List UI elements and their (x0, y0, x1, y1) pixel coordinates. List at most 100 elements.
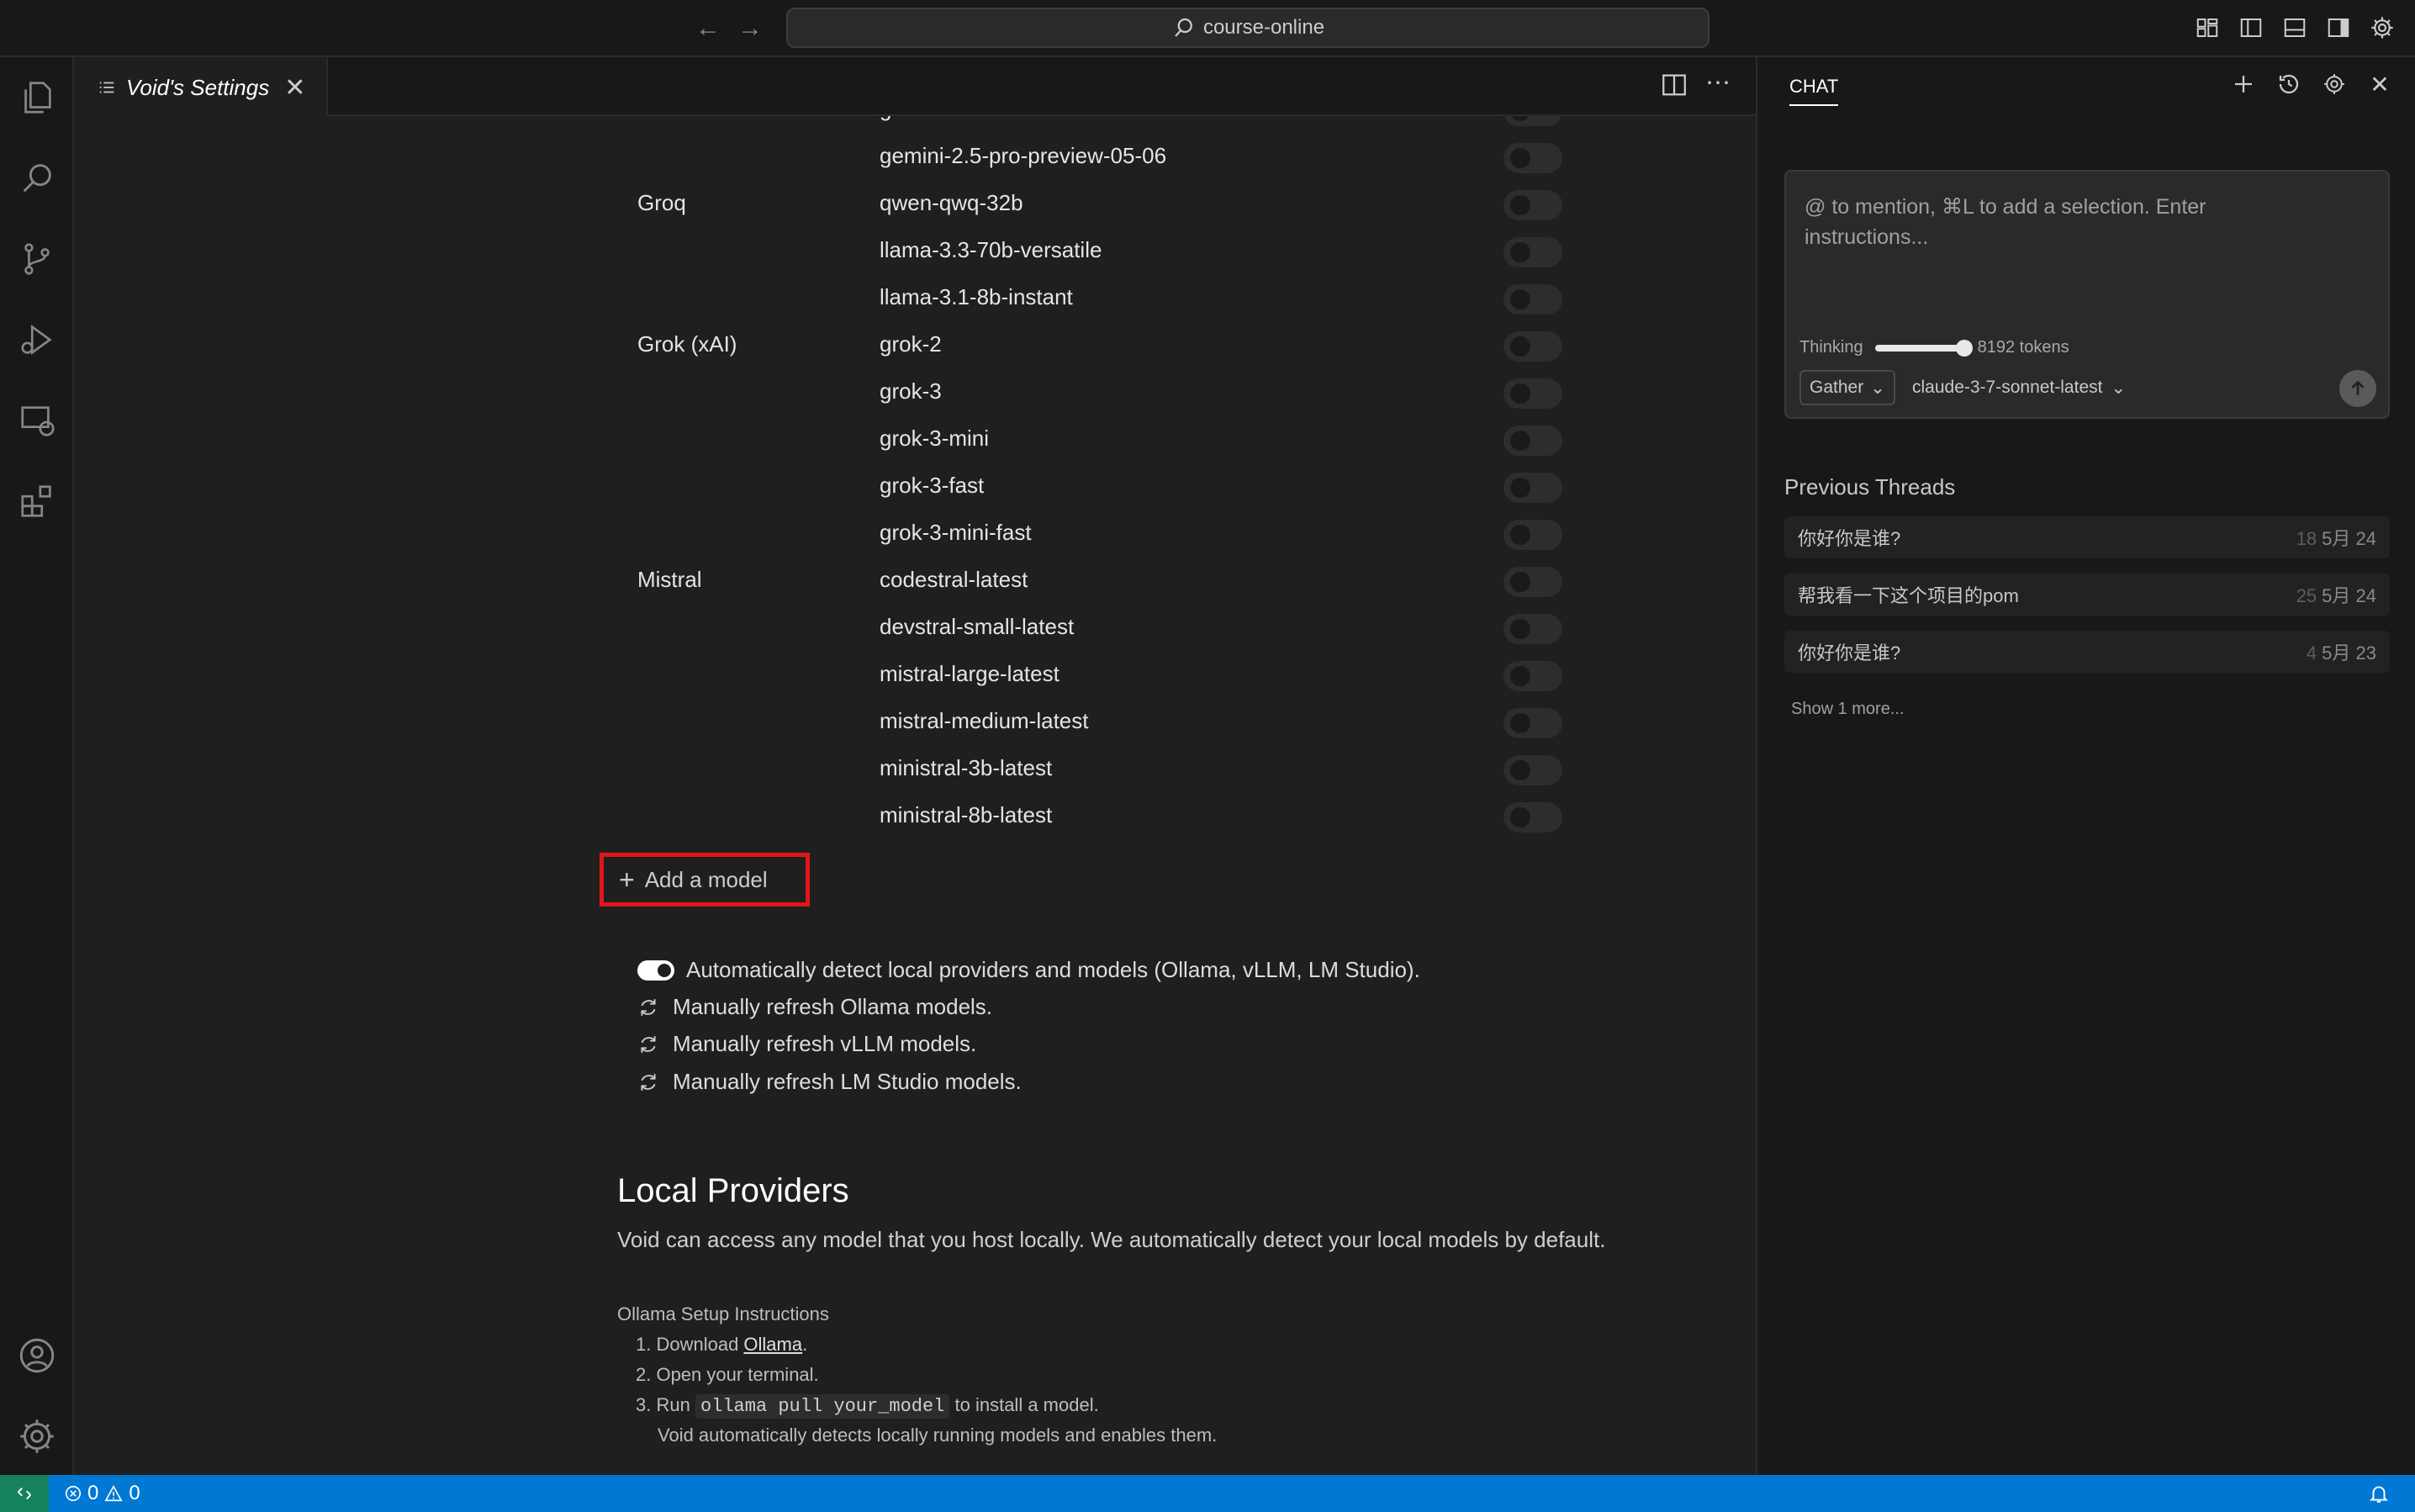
model-enable-toggle[interactable] (1503, 614, 1562, 644)
toggle-panel-icon[interactable] (2279, 12, 2311, 44)
command-center-text: course-online (1202, 16, 1325, 39)
toggle-secondary-sidebar-icon[interactable] (2323, 12, 2354, 44)
model-select[interactable]: claude-3-7-sonnet-latest ⌄ (1912, 370, 2126, 405)
model-name: ministral-8b-latest (880, 802, 1053, 827)
refresh-lmstudio-label: Manually refresh LM Studio models. (673, 1069, 1022, 1094)
model-enable-toggle[interactable] (1503, 284, 1562, 315)
model-enable-toggle[interactable] (1503, 237, 1562, 267)
model-enable-toggle[interactable] (1503, 378, 1562, 409)
model-name: devstral-small-latest (880, 614, 1075, 639)
model-enable-toggle[interactable] (1503, 116, 1562, 126)
model-enable-toggle[interactable] (1503, 331, 1562, 362)
setup-instructions-title: Ollama Setup Instructions (617, 1303, 829, 1324)
title-bar: ← → course-online (0, 0, 2415, 57)
thinking-slider-knob[interactable] (1955, 339, 1973, 357)
refresh-vllm-row[interactable]: Manually refresh vLLM models. (637, 1031, 976, 1057)
thinking-label: Thinking (1799, 338, 1863, 357)
model-name: qwen-qwq-32b (880, 190, 1023, 215)
model-name: grok-2 (880, 331, 942, 357)
accounts-icon[interactable] (13, 1332, 61, 1379)
model-name: codestral-latest (880, 567, 1028, 592)
thread-item[interactable]: 你好你是谁? 4 5月 23 (1784, 631, 2390, 673)
model-enable-toggle[interactable] (1503, 661, 1562, 691)
problems-indicator[interactable]: 0 0 (64, 1475, 140, 1512)
model-enable-toggle[interactable] (1503, 802, 1562, 833)
source-control-icon[interactable] (13, 235, 61, 283)
thread-title: 你好你是谁? (1798, 528, 1901, 549)
manage-gear-icon[interactable] (13, 1413, 61, 1460)
model-row: Groq qwen-qwq-32b (74, 180, 1756, 227)
model-enable-toggle[interactable] (1503, 755, 1562, 785)
close-icon[interactable]: ✕ (284, 73, 305, 103)
command-center-search[interactable]: course-online (786, 8, 1710, 48)
chevron-down-icon: ⌄ (2111, 378, 2127, 398)
ollama-link[interactable]: Ollama (743, 1334, 802, 1355)
chat-input-placeholder[interactable]: @ to mention, ⌘L to add a selection. Ent… (1805, 192, 2326, 252)
extensions-icon[interactable] (13, 478, 61, 525)
refresh-ollama-row[interactable]: Manually refresh Ollama models. (637, 994, 992, 1020)
thread-item[interactable]: 你好你是谁? 18 5月 24 (1784, 516, 2390, 558)
thread-item[interactable]: 帮我看一下这个项目的pom 25 5月 24 (1784, 574, 2390, 616)
model-enable-toggle[interactable] (1503, 567, 1562, 597)
search-icon[interactable] (13, 155, 61, 202)
remote-indicator[interactable] (0, 1475, 49, 1512)
model-row: grok-3-mini (74, 415, 1756, 463)
more-actions-icon[interactable]: ⋯ (1705, 71, 1731, 103)
model-name: grok-3-mini (880, 426, 990, 451)
local-providers-description: Void can access any model that you host … (617, 1227, 1606, 1252)
refresh-icon (641, 998, 656, 1016)
editor-tab-bar: Void's Settings ✕ ⋯ (74, 57, 1756, 116)
add-model-button[interactable]: + Add a model (600, 853, 810, 907)
chat-panel: CHAT ✕ @ to mention, ⌘L to add a selecti… (1756, 57, 2415, 1475)
tab-voids-settings[interactable]: Void's Settings ✕ (74, 57, 328, 116)
back-arrow-icon[interactable]: ← (691, 12, 725, 45)
model-enable-toggle[interactable] (1503, 190, 1562, 220)
mode-select[interactable]: Gather ⌄ (1799, 370, 1895, 405)
thread-count: 18 (2296, 528, 2317, 549)
model-row: grok-3-fast (74, 463, 1756, 510)
chat-input-box[interactable]: @ to mention, ⌘L to add a selection. Ent… (1784, 170, 2390, 419)
model-name: grok-3-fast (880, 473, 985, 498)
split-editor-icon[interactable] (1660, 71, 1688, 103)
remote-icon (18, 1487, 31, 1500)
customize-layout-icon[interactable] (2191, 12, 2223, 44)
run-debug-icon[interactable] (13, 316, 61, 363)
mode-value: Gather (1810, 378, 1864, 397)
tab-chat[interactable]: CHAT (1789, 76, 1839, 106)
history-icon[interactable] (2274, 69, 2304, 99)
warning-count: 0 (129, 1482, 140, 1504)
explorer-icon[interactable] (13, 74, 61, 121)
close-icon[interactable]: ✕ (2365, 69, 2395, 99)
new-chat-plus-icon[interactable] (2228, 69, 2259, 99)
model-enable-toggle[interactable] (1503, 708, 1562, 738)
refresh-vllm-label: Manually refresh vLLM models. (673, 1031, 977, 1056)
send-button[interactable] (2339, 370, 2376, 407)
show-more-link[interactable]: Show 1 more... (1791, 700, 1905, 719)
toggle-primary-sidebar-icon[interactable] (2235, 12, 2267, 44)
model-enable-toggle[interactable] (1503, 520, 1562, 550)
model-row: gemini-2.5-pro-preview-05-06 (74, 133, 1756, 180)
setup-step-3-prefix: 3. Run (636, 1394, 695, 1415)
thinking-row: Thinking 8192 tokens (1799, 338, 2069, 357)
thinking-slider[interactable] (1874, 339, 1973, 357)
previous-threads-heading: Previous Threads (1784, 474, 1956, 500)
thread-meta: 25 5月 24 (2296, 581, 2376, 608)
model-enable-toggle[interactable] (1503, 426, 1562, 456)
chat-settings-gear-icon[interactable] (2319, 69, 2349, 99)
settings-gear-icon[interactable] (2366, 12, 2398, 44)
model-enable-toggle[interactable] (1503, 143, 1562, 173)
refresh-lmstudio-row[interactable]: Manually refresh LM Studio models. (637, 1069, 1022, 1095)
tokens-label: 8192 tokens (1977, 338, 2069, 357)
model-name: mistral-medium-latest (880, 708, 1089, 733)
model-name: grok-3 (880, 378, 942, 404)
setup-note: Void automatically detects locally runni… (658, 1425, 1218, 1446)
forward-arrow-icon[interactable]: → (733, 12, 767, 45)
remote-explorer-icon[interactable] (13, 397, 61, 444)
auto-detect-toggle[interactable] (637, 960, 674, 981)
model-row: llama-3.1-8b-instant (74, 274, 1756, 321)
model-name: gemini-2.5-pro-preview-05-06 (880, 143, 1167, 168)
setup-step-1-prefix: 1. Download (636, 1334, 744, 1355)
model-enable-toggle[interactable] (1503, 473, 1562, 503)
provider-name: Grok (xAI) (637, 331, 737, 357)
notifications-bell-icon[interactable] (2368, 1482, 2390, 1511)
